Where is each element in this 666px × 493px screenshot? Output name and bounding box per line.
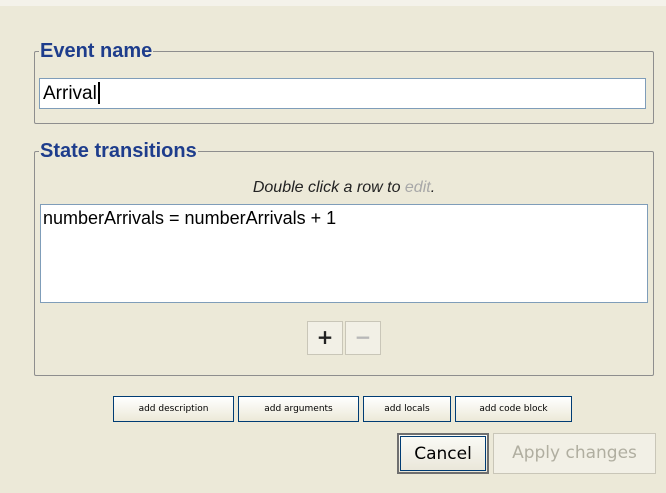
edit-hint: Double click a row to edit. bbox=[40, 179, 648, 197]
transition-row[interactable]: numberArrivals = numberArrivals + 1 bbox=[41, 205, 647, 231]
add-arguments-button[interactable]: add arguments bbox=[238, 396, 359, 422]
edit-hint-prefix: Double click a row to bbox=[252, 179, 405, 196]
edit-hint-suffix: . bbox=[430, 179, 436, 196]
cancel-button[interactable]: Cancel bbox=[397, 433, 489, 474]
event-name-value: Arrival bbox=[43, 83, 97, 104]
event-name-legend: Event name bbox=[40, 40, 153, 62]
state-transitions-legend: State transitions bbox=[40, 140, 197, 162]
event-editor-dialog: Event name Arrival State transitions Dou… bbox=[0, 0, 666, 493]
add-locals-button[interactable]: add locals bbox=[363, 396, 451, 422]
event-name-field[interactable]: Arrival bbox=[39, 78, 646, 109]
state-transitions-list[interactable]: numberArrivals = numberArrivals + 1 bbox=[40, 204, 648, 303]
text-caret bbox=[97, 82, 100, 104]
add-code-block-button[interactable]: add code block bbox=[455, 396, 572, 422]
edit-hint-edit-word: edit bbox=[404, 179, 431, 196]
remove-transition-button[interactable]: − bbox=[345, 321, 381, 355]
apply-changes-button[interactable]: Apply changes bbox=[493, 433, 656, 474]
add-description-button[interactable]: add description bbox=[113, 396, 234, 422]
add-transition-button[interactable]: + bbox=[307, 321, 343, 355]
